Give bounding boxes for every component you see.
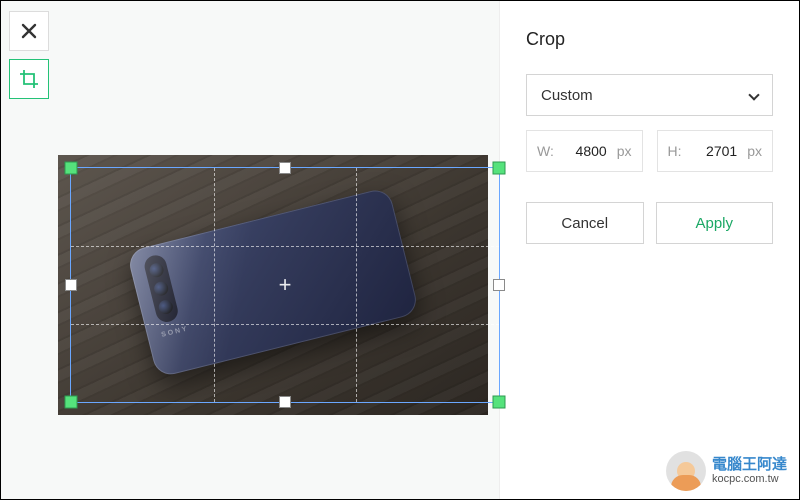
height-value: 2701 xyxy=(688,143,742,159)
width-label: W: xyxy=(537,143,554,159)
crop-icon xyxy=(19,69,39,89)
image-wrap: SONY + xyxy=(58,155,488,415)
crop-settings-panel: Crop Custom W: 4800 px H: 2701 px Cancel… xyxy=(499,1,799,499)
height-unit: px xyxy=(747,143,762,159)
width-input[interactable]: W: 4800 px xyxy=(526,130,643,172)
crop-preset-value: Custom xyxy=(541,87,593,104)
height-label: H: xyxy=(668,143,682,159)
close-button[interactable] xyxy=(9,11,49,51)
watermark-url: kocpc.com.tw xyxy=(712,473,787,485)
watermark-title: 電腦王阿達 xyxy=(712,457,787,474)
apply-button[interactable]: Apply xyxy=(656,202,774,244)
apply-button-label: Apply xyxy=(695,215,733,232)
watermark: 電腦王阿達 kocpc.com.tw xyxy=(666,451,787,491)
width-value: 4800 xyxy=(560,143,611,159)
phone-brand-label: SONY xyxy=(161,325,190,339)
width-unit: px xyxy=(617,143,632,159)
crop-preset-select[interactable]: Custom xyxy=(526,74,773,116)
canvas-area[interactable]: SONY + xyxy=(57,1,499,499)
panel-title: Crop xyxy=(526,29,773,50)
camera-module xyxy=(142,253,180,324)
cancel-button-label: Cancel xyxy=(561,215,608,232)
height-input[interactable]: H: 2701 px xyxy=(657,130,774,172)
crop-tool-button[interactable] xyxy=(9,59,49,99)
cancel-button[interactable]: Cancel xyxy=(526,202,644,244)
toolbar xyxy=(1,1,57,499)
close-icon xyxy=(20,22,38,40)
editor-canvas-panel: SONY + xyxy=(1,1,499,499)
watermark-avatar-icon xyxy=(666,451,706,491)
dimension-row: W: 4800 px H: 2701 px xyxy=(526,130,773,172)
phone-subject: SONY xyxy=(126,187,419,378)
action-button-row: Cancel Apply xyxy=(526,202,773,244)
photo-preview[interactable]: SONY xyxy=(58,155,488,415)
chevron-down-icon xyxy=(748,89,759,100)
